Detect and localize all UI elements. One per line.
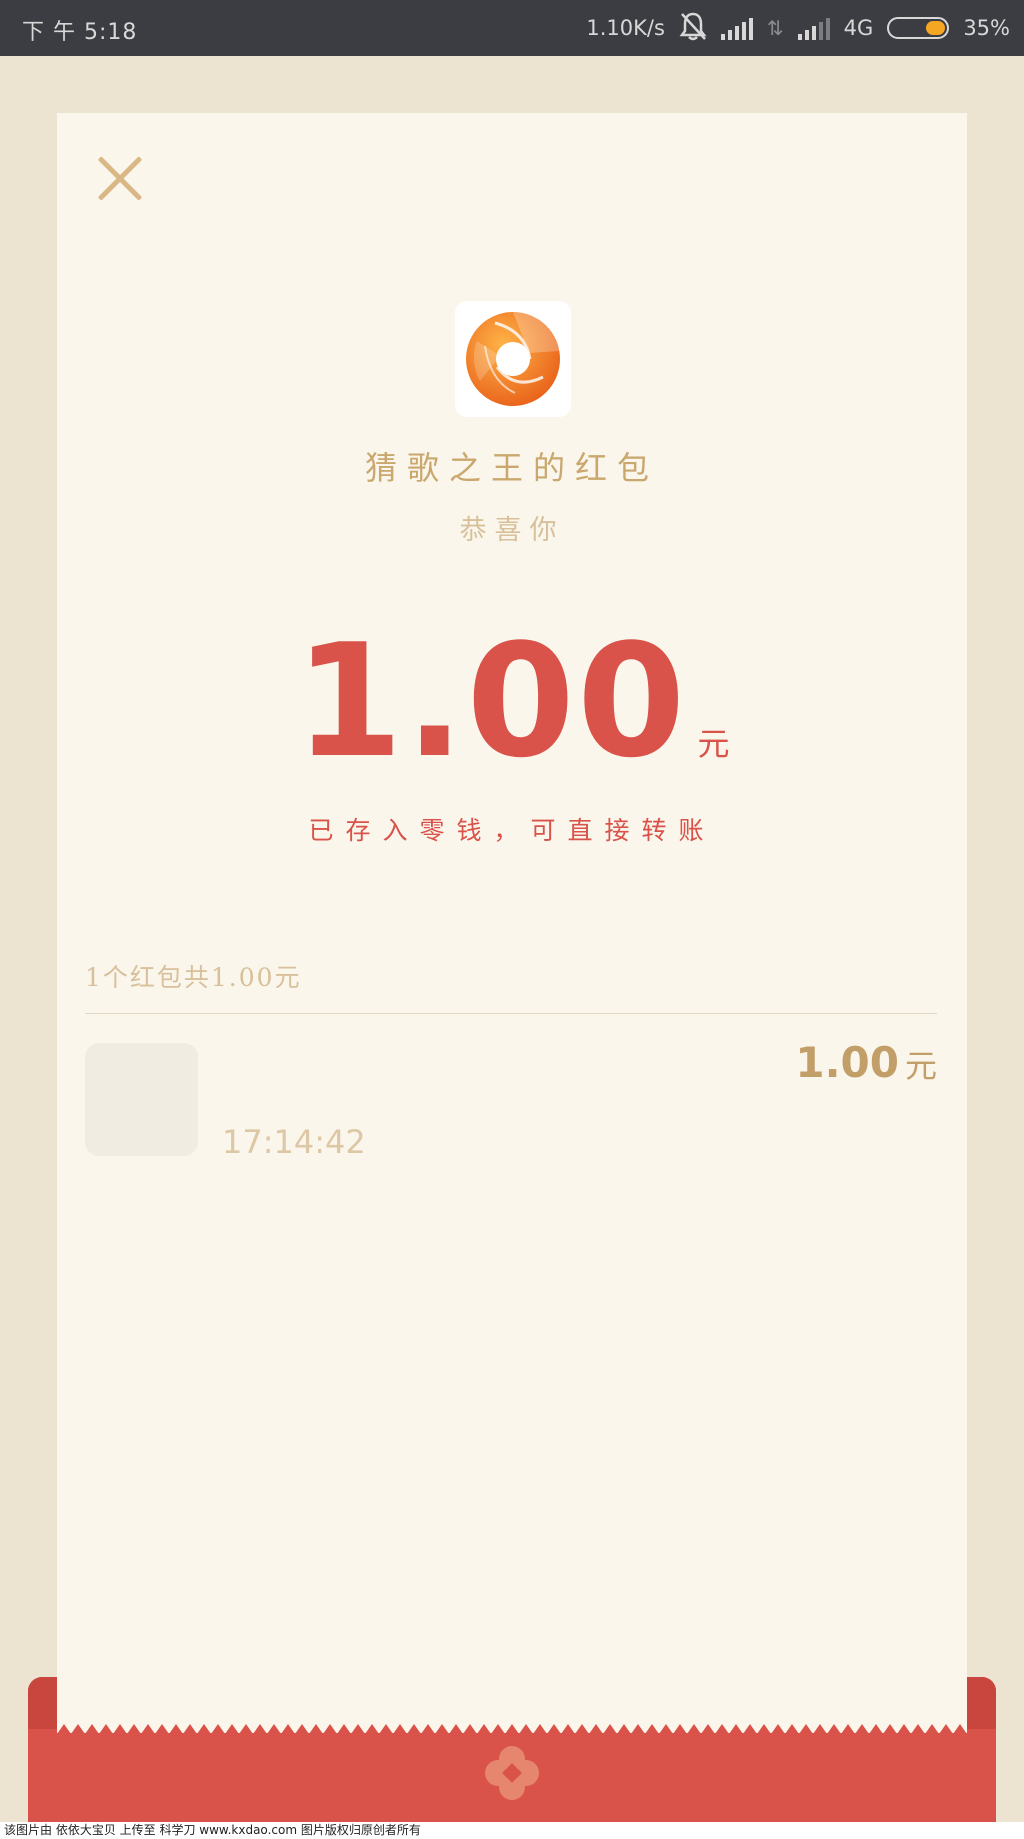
amount-value: 1.00 [294, 610, 688, 792]
battery-icon [887, 17, 950, 39]
battery-fill [926, 21, 946, 35]
aperture-logo-icon [466, 312, 560, 406]
signal-icon [720, 16, 753, 40]
data-transfer-icon: ⇅ [766, 16, 784, 40]
close-icon[interactable] [95, 153, 145, 203]
battery-percent: 35% [963, 16, 1010, 40]
record-amount-unit: 元 [904, 1047, 937, 1085]
status-time: 下 午 5:18 [22, 20, 138, 45]
zigzag-edge [57, 1724, 967, 1734]
network-speed: 1.10K/s [586, 16, 665, 40]
record-amount: 1.00 元 [795, 1038, 937, 1087]
signal-icon-secondary [797, 16, 830, 40]
greeting-text: 恭喜你 [459, 515, 565, 546]
envelope-flap-right [966, 1677, 996, 1729]
divider [85, 1013, 937, 1014]
packet-summary: 1个红包共1.00元 [85, 963, 302, 992]
sender-avatar [455, 301, 571, 417]
envelope-flap-left [28, 1677, 58, 1729]
status-icons: 1.10K/s ⇅ 4G 35% [586, 12, 1010, 44]
receiver-avatar[interactable] [85, 1043, 198, 1156]
watermark-footer: 该图片由 依依大宝贝 上传至 科学刀 www.kxdao.com 图片版权归原创… [0, 1822, 1024, 1839]
bell-off-icon [679, 11, 707, 46]
record-time: 17:14:42 [222, 1123, 366, 1161]
record-amount-value: 1.00 [795, 1038, 899, 1087]
sender-title: 猜歌之王的红包 [364, 449, 659, 487]
flower-seal-icon[interactable] [482, 1743, 542, 1803]
status-bar: 下 午 5:18 1.10K/s ⇅ 4G 35% [0, 0, 1024, 56]
stored-note-link[interactable]: 已存入零钱，可直接转账 [57, 811, 967, 847]
received-amount: 1.00 元 [57, 623, 967, 779]
amount-unit: 元 [697, 725, 730, 763]
network-type: 4G [843, 16, 874, 40]
red-packet-detail-card: 猜歌之王的红包 恭喜你 1.00 元 已存入零钱，可直接转账 1个红包共1.00元… [57, 113, 967, 1733]
